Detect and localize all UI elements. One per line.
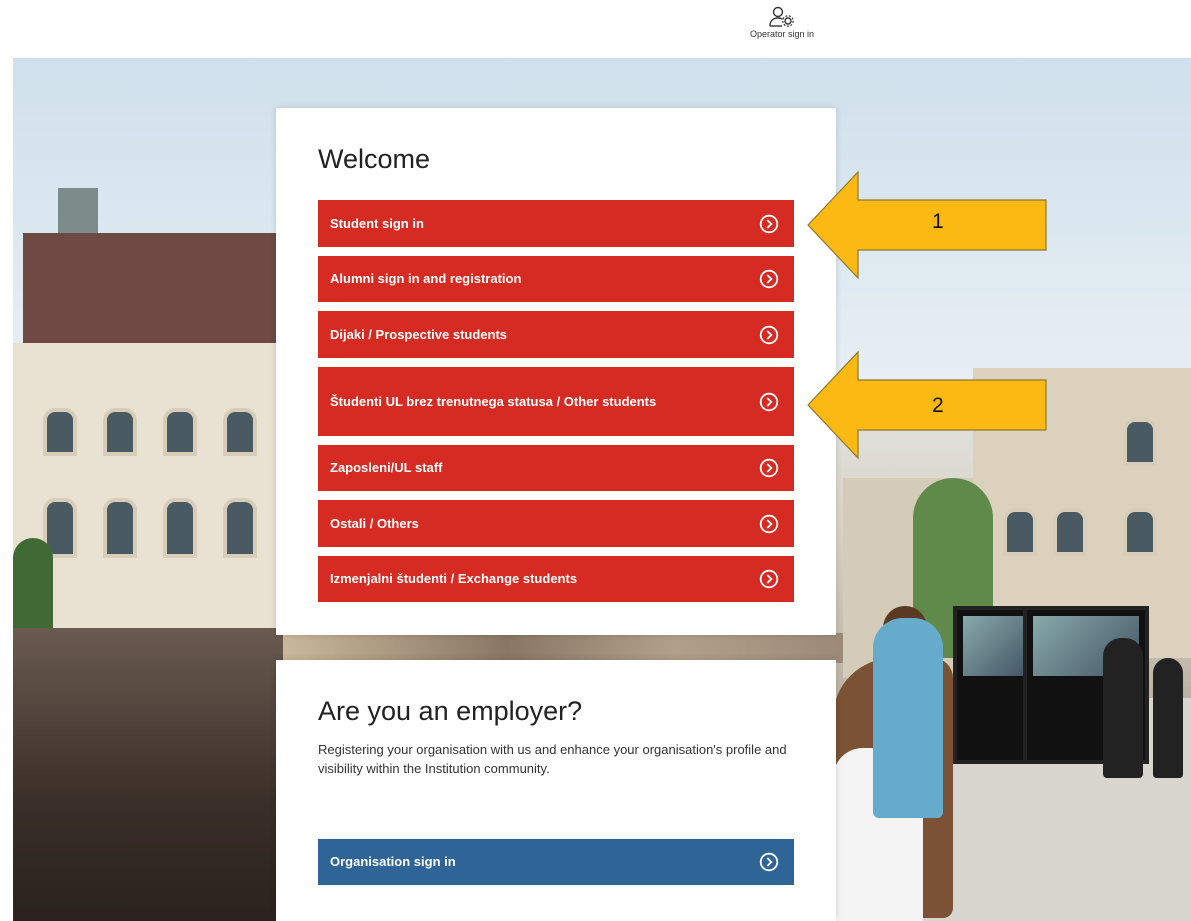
prospective-students-button[interactable]: Dijaki / Prospective students xyxy=(318,311,794,358)
button-label: Dijaki / Prospective students xyxy=(330,326,508,342)
employer-description: Registering your organisation with us an… xyxy=(318,742,787,776)
circle-chevron-right-icon xyxy=(759,852,779,872)
left-arrow-icon xyxy=(807,350,1047,460)
student-sign-in-button[interactable]: Student sign in xyxy=(318,200,794,247)
circle-chevron-right-icon xyxy=(759,458,779,478)
welcome-card: Welcome Student sign in Alumni sign in a… xyxy=(276,108,836,635)
button-label: Organisation sign in xyxy=(330,854,456,869)
operator-sign-in-label: Operator sign in xyxy=(749,29,815,39)
organisation-sign-in-button[interactable]: Organisation sign in xyxy=(318,839,794,885)
exchange-students-button[interactable]: Izmenjalni študenti / Exchange students xyxy=(318,556,794,602)
left-arrow-icon xyxy=(807,170,1047,280)
operator-sign-in-link[interactable]: Operator sign in xyxy=(736,6,828,39)
employer-title: Are you an employer? xyxy=(318,696,583,726)
others-button[interactable]: Ostali / Others xyxy=(318,500,794,547)
circle-chevron-right-icon xyxy=(759,325,779,344)
annotation-arrow-1: 1 xyxy=(806,170,1048,280)
button-label: Izmenjalni študenti / Exchange students xyxy=(330,571,578,586)
annotation-arrow-2: 2 xyxy=(806,350,1048,460)
circle-chevron-right-icon xyxy=(759,214,779,233)
button-label: Alumni sign in and registration xyxy=(330,271,522,286)
ul-staff-button[interactable]: Zaposleni/UL staff xyxy=(318,445,794,491)
welcome-title: Welcome xyxy=(318,144,431,174)
top-bar: Operator sign in xyxy=(0,0,1191,58)
alumni-sign-in-button[interactable]: Alumni sign in and registration xyxy=(318,256,794,302)
button-label: Zaposleni/UL staff xyxy=(330,460,443,475)
annotation-number: 1 xyxy=(932,210,944,233)
other-students-button[interactable]: Študenti UL brez trenutnega statusa / Ot… xyxy=(318,367,794,436)
user-gear-icon xyxy=(769,6,794,27)
circle-chevron-right-icon xyxy=(759,514,779,533)
button-label: Študenti UL brez trenutnega statusa / Ot… xyxy=(330,393,657,409)
circle-chevron-right-icon xyxy=(759,269,779,289)
button-label: Ostali / Others xyxy=(330,515,419,531)
circle-chevron-right-icon xyxy=(759,569,779,589)
annotation-number: 2 xyxy=(932,394,944,417)
employer-card: Are you an employer? Registering your or… xyxy=(276,660,836,921)
circle-chevron-right-icon xyxy=(759,392,779,411)
button-label: Student sign in xyxy=(330,215,424,231)
